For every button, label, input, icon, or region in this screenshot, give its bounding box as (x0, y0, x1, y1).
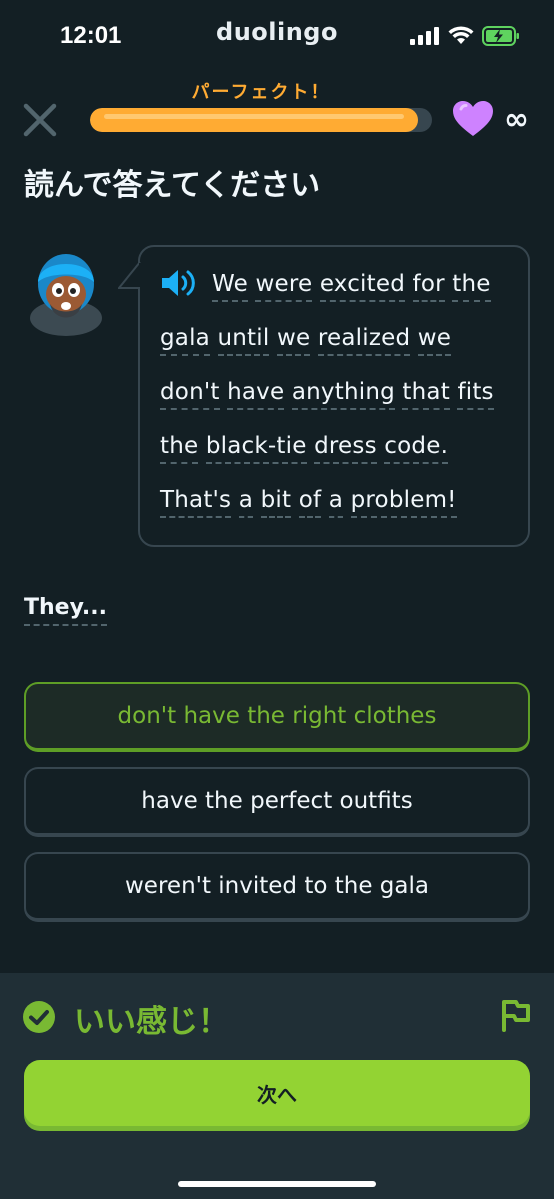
option-1-label: don't have the right clothes (117, 703, 437, 729)
progress-shine (104, 114, 405, 119)
passage-line: That's a bit of a problem! (160, 478, 520, 532)
check-circle-icon (23, 1001, 55, 1033)
battery-charging-icon (482, 26, 519, 46)
passage-word[interactable]: excited (319, 271, 406, 302)
passage-text: We were excited for the gala until we rea… (160, 262, 520, 532)
passage-word[interactable]: don't (160, 379, 220, 410)
passage-word[interactable]: we (276, 325, 311, 356)
passage-word[interactable]: that (402, 379, 450, 410)
passage-line: gala until we realized we (160, 316, 520, 370)
option-3-label: weren't invited to the gala (125, 873, 429, 899)
passage-word[interactable]: That's (160, 487, 232, 518)
passage-word[interactable]: bit (260, 487, 292, 518)
passage-word[interactable]: We (212, 271, 248, 302)
wifi-icon (448, 26, 474, 44)
passage-word[interactable]: a (328, 487, 344, 518)
continue-button[interactable]: 次へ (24, 1060, 530, 1126)
option-2[interactable]: have the perfect outfits (24, 767, 530, 837)
character-avatar (30, 254, 102, 336)
passage-word[interactable]: fits (457, 379, 494, 410)
streak-label: パーフェクト！ (191, 82, 331, 103)
passage-word[interactable]: anything (291, 379, 395, 410)
question-text: They... (24, 595, 107, 626)
passage-line: We were excited for the (160, 262, 520, 316)
passage-word[interactable]: we (417, 325, 452, 356)
passage-word[interactable]: black-tie (205, 433, 307, 464)
progress-bar (90, 108, 432, 132)
passage-word[interactable]: have (227, 379, 285, 410)
hearts-counter[interactable]: ∞ (452, 100, 529, 138)
passage-word[interactable]: the (452, 271, 491, 302)
passage-word[interactable]: for (412, 271, 445, 302)
status-icons (410, 26, 520, 46)
close-icon[interactable] (22, 102, 58, 138)
question-label: They... (24, 595, 107, 626)
option-3[interactable]: weren't invited to the gala (24, 852, 530, 922)
option-1[interactable]: don't have the right clothes (24, 682, 530, 752)
passage-word[interactable]: problem! (350, 487, 457, 518)
speech-bubble-tail (118, 262, 142, 289)
feedback-message: いい感じ！ (74, 1004, 229, 1040)
speaker-icon[interactable] (160, 268, 198, 298)
passage-word[interactable]: dress (314, 433, 377, 464)
prompt-title: 読んで答えてください (24, 168, 321, 203)
passage-line: the black-tie dress code. (160, 424, 520, 478)
heart-icon (453, 101, 493, 136)
passage-word[interactable]: of (298, 487, 322, 518)
passage-line: don't have anything that fits (160, 370, 520, 424)
passage-word[interactable]: until (217, 325, 270, 356)
progress-fill (90, 108, 419, 132)
passage-word[interactable]: the (160, 433, 199, 464)
passage-word[interactable]: code. (384, 433, 449, 464)
hearts-value: ∞ (504, 101, 529, 137)
passage-word[interactable]: were (255, 271, 313, 302)
report-flag-icon[interactable] (500, 998, 532, 1032)
passage-word[interactable]: a (238, 487, 254, 518)
passage-word[interactable]: realized (317, 325, 411, 356)
home-indicator (178, 1181, 376, 1187)
signal-icon (410, 27, 439, 45)
passage-word[interactable]: gala (160, 325, 210, 356)
status-bar: 12:01 duolingo (0, 0, 554, 70)
option-2-label: have the perfect outfits (141, 788, 413, 814)
